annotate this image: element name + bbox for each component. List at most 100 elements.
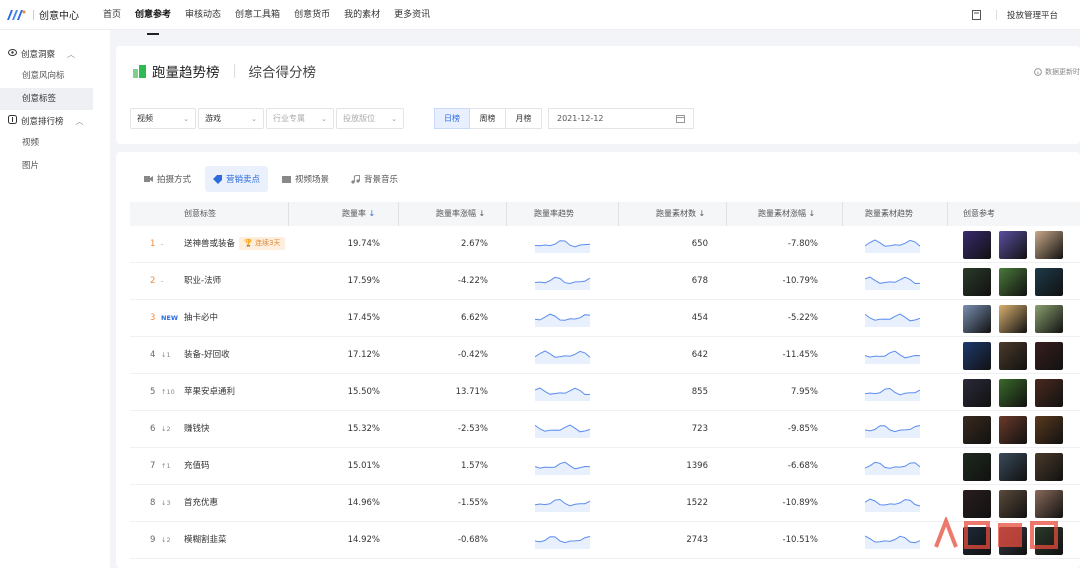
table-row[interactable]: 1- 送神兽或装备 🏆 连续3天 19.74% 2.67% 650 -7.80% xyxy=(130,226,1080,263)
tag-name[interactable]: 充值码 xyxy=(184,448,210,485)
top-navbar: 创意中心 首页 创意参考 审核动态 创意工具箱 创意货币 我的素材 更多资讯 投放管理平台 xyxy=(0,0,1080,35)
rank-change: ↑10 xyxy=(161,388,175,396)
nav-item[interactable]: 创意工具箱 xyxy=(235,0,280,30)
period-week[interactable]: 周榜 xyxy=(470,108,506,129)
tab-overall-score[interactable]: 综合得分榜 xyxy=(249,61,317,81)
creative-thumbnail[interactable] xyxy=(1035,490,1063,518)
creative-thumbnail[interactable] xyxy=(1035,379,1063,407)
creative-thumbnail[interactable] xyxy=(963,416,991,444)
creative-thumbnail[interactable] xyxy=(999,305,1027,333)
chevron-up-icon: ︿ xyxy=(67,49,76,59)
creative-thumbnail[interactable] xyxy=(963,490,991,518)
creative-thumbnail[interactable] xyxy=(999,231,1027,259)
tag-name[interactable]: 赚钱快 xyxy=(184,411,210,448)
period-month[interactable]: 月榜 xyxy=(506,108,542,129)
logo[interactable]: 创意中心 xyxy=(6,7,96,22)
creative-thumbnail[interactable] xyxy=(1035,305,1063,333)
creative-thumbnail[interactable] xyxy=(999,379,1027,407)
creative-thumbnail[interactable] xyxy=(963,379,991,407)
rank-number: 5 xyxy=(150,387,156,397)
creative-thumbnail[interactable] xyxy=(1035,342,1063,370)
table-row[interactable]: 4 ↓1 装备-好回收 17.12% -0.42% 642 -11.45% xyxy=(130,337,1080,374)
rank-number: 8 xyxy=(150,498,156,508)
rank-change: NEW xyxy=(161,314,179,322)
sidebar-item-image[interactable]: 图片 xyxy=(0,155,110,177)
creative-thumbnail[interactable] xyxy=(1035,268,1063,296)
rate-value: 15.01% xyxy=(347,461,380,471)
count-value: 1522 xyxy=(686,498,708,508)
app-name: 创意中心 xyxy=(39,11,79,22)
date-picker[interactable]: 2021-12-12 xyxy=(548,108,694,129)
table-row[interactable]: 3 NEW 抽卡必中 17.45% 6.62% 454 -5.22% xyxy=(130,300,1080,337)
tab-scene[interactable]: 视频场景 xyxy=(274,166,337,192)
table-row[interactable]: 5 ↑10 苹果安卓通利 15.50% 13.71% 855 7.95% xyxy=(130,374,1080,411)
creative-thumbnail[interactable] xyxy=(1035,416,1063,444)
tag-name[interactable]: 苹果安卓通利 xyxy=(184,374,235,411)
creative-references xyxy=(963,231,1063,259)
tab-marketing[interactable]: 营销卖点 xyxy=(205,166,269,192)
col-count-change[interactable]: 跑量素材涨幅 ↓ xyxy=(758,202,815,226)
format-select[interactable]: 视频 ⌄ xyxy=(130,108,196,129)
rate-change-value: -0.42% xyxy=(457,350,488,360)
tag-name[interactable]: 抽卡必中 xyxy=(184,300,218,337)
table-row[interactable]: 7 ↑1 充值码 15.01% 1.57% 1396 -6.68% xyxy=(130,448,1080,485)
tag-name[interactable]: 装备-好回收 xyxy=(184,337,230,374)
col-count[interactable]: 跑量素材数 ↓ xyxy=(656,202,705,226)
creative-thumbnail[interactable] xyxy=(999,416,1027,444)
tag-name[interactable]: 首充优惠 xyxy=(184,485,218,522)
col-reference: 创意参考 xyxy=(963,209,995,218)
rate-trend-sparkline xyxy=(535,313,591,327)
count-value: 650 xyxy=(691,239,708,249)
rate-value: 17.12% xyxy=(347,350,380,360)
document-icon[interactable] xyxy=(968,8,986,22)
count-value: 855 xyxy=(691,387,708,397)
creative-thumbnail[interactable] xyxy=(963,453,991,481)
tag-name[interactable]: 职业-法师 xyxy=(184,263,221,300)
rate-value: 17.59% xyxy=(347,276,380,286)
creative-thumbnail[interactable] xyxy=(999,453,1027,481)
creative-thumbnail[interactable] xyxy=(999,342,1027,370)
count-trend-sparkline xyxy=(865,535,921,549)
ad-platform-link[interactable]: 投放管理平台 xyxy=(1007,9,1058,21)
placement-select[interactable]: 投放版位 ⌄ xyxy=(336,108,404,129)
sidebar-item-tags[interactable]: 创意标签 xyxy=(0,88,93,110)
creative-thumbnail[interactable] xyxy=(963,342,991,370)
sidebar-item-trend[interactable]: 创意风向标 xyxy=(0,65,110,87)
sidebar-item-video[interactable]: 视频 xyxy=(0,132,110,154)
creative-thumbnail[interactable] xyxy=(963,305,991,333)
creative-thumbnail[interactable] xyxy=(963,268,991,296)
table-row[interactable]: 2- 职业-法师 17.59% -4.22% 678 -10.79% xyxy=(130,263,1080,300)
count-change-value: -7.80% xyxy=(787,239,818,249)
sidebar-group-ranking[interactable]: 创意排行榜 ︿ xyxy=(0,111,110,131)
count-trend-sparkline xyxy=(865,350,921,364)
nav-item[interactable]: 创意货币 xyxy=(294,0,330,30)
tab-music[interactable]: 背景音乐 xyxy=(343,166,406,192)
creative-thumbnail[interactable] xyxy=(963,231,991,259)
nav-item[interactable]: 首页 xyxy=(103,0,121,30)
creative-thumbnail[interactable] xyxy=(999,490,1027,518)
sidebar-group-insight[interactable]: 创意洞察 ︿ xyxy=(0,44,110,64)
rank-change: ↓1 xyxy=(161,351,171,359)
nav-item[interactable]: 更多资讯 xyxy=(394,0,430,30)
period-day[interactable]: 日榜 xyxy=(434,108,470,129)
tag-name[interactable]: 模糊割韭菜 xyxy=(184,522,227,559)
count-change-value: -9.85% xyxy=(787,424,818,434)
col-rate[interactable]: 跑量率 ↓ xyxy=(342,202,375,226)
count-change-value: -11.45% xyxy=(782,350,818,360)
tab-shooting[interactable]: 拍摄方式 xyxy=(136,166,199,192)
nav-item[interactable]: 创意参考 xyxy=(135,0,171,35)
tag-name[interactable]: 送神兽或装备 🏆 连续3天 xyxy=(184,226,286,263)
nav-item[interactable]: 我的素材 xyxy=(344,0,380,30)
count-change-value: -10.51% xyxy=(782,535,818,545)
creative-thumbnail[interactable] xyxy=(1035,231,1063,259)
col-rate-change[interactable]: 跑量率涨幅 ↓ xyxy=(436,202,485,226)
industry-select[interactable]: 游戏 ⌄ xyxy=(198,108,264,129)
industry-exclusive-select[interactable]: 行业专属 ⌄ xyxy=(266,108,334,129)
creative-thumbnail[interactable] xyxy=(999,268,1027,296)
count-change-value: -5.22% xyxy=(787,313,818,323)
page-title: 跑量趋势榜 xyxy=(152,65,220,81)
tag-type-tabs: 拍摄方式 营销卖点 视频场景 背景音乐 xyxy=(136,166,406,192)
nav-item[interactable]: 审核动态 xyxy=(185,0,221,30)
table-row[interactable]: 6 ↓2 赚钱快 15.32% -2.53% 723 -9.85% xyxy=(130,411,1080,448)
creative-thumbnail[interactable] xyxy=(1035,453,1063,481)
